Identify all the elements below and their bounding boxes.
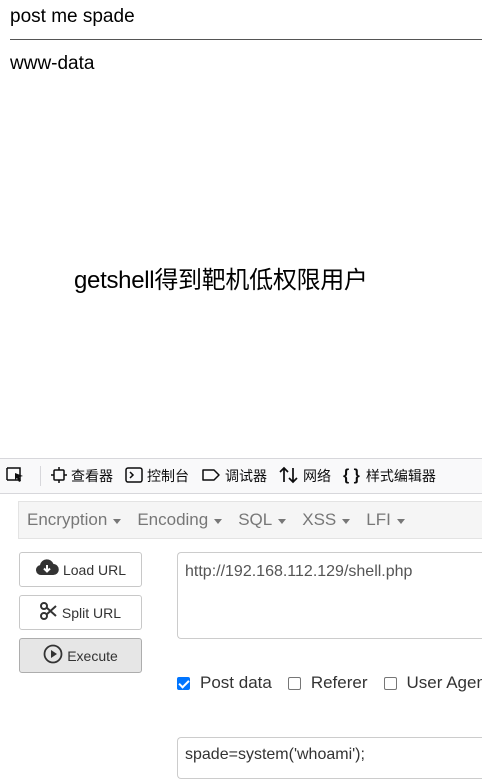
execute-button[interactable]: Execute (19, 638, 142, 673)
network-icon (279, 466, 303, 487)
menu-sql[interactable]: SQL (230, 510, 294, 530)
caret-down-icon (342, 518, 351, 524)
tab-console[interactable]: 控制台 (119, 459, 195, 493)
post-data-input[interactable]: spade=system('whoami'); (177, 737, 482, 779)
tab-network[interactable]: 网络 (273, 459, 337, 493)
tab-network-label: 网络 (303, 468, 331, 484)
load-url-label: Load URL (62, 561, 127, 578)
command-output: www-data (10, 53, 95, 74)
scissors-icon (39, 602, 62, 623)
menu-lfi-label: LFI (366, 510, 391, 529)
url-input[interactable]: http://192.168.112.129/shell.php (177, 552, 482, 639)
tab-console-label: 控制台 (147, 468, 189, 484)
user-agent-option[interactable]: User Agent (383, 673, 482, 693)
request-options: Post data Referer User Agent (177, 673, 482, 693)
hackbar-menu: Encryption Encoding SQL XSS LFI (18, 501, 482, 539)
caret-down-icon (113, 518, 122, 524)
debugger-icon (201, 467, 225, 486)
user-agent-checkbox[interactable] (383, 676, 397, 690)
page-heading: post me spade (10, 6, 135, 27)
toolbar-separator (40, 466, 41, 486)
caret-down-icon (396, 518, 405, 524)
tab-debugger-label: 调试器 (225, 468, 267, 484)
post-data-option[interactable]: Post data (177, 673, 272, 693)
menu-sql-label: SQL (238, 510, 273, 529)
tab-style-editor[interactable]: { } 样式编辑器 (337, 459, 442, 493)
menu-encoding[interactable]: Encoding (129, 510, 230, 530)
menu-lfi[interactable]: LFI (358, 510, 413, 530)
element-picker-button[interactable] (0, 459, 36, 493)
picker-icon (6, 466, 30, 487)
split-url-label: Split URL (61, 604, 122, 621)
tab-inspector-label: 查看器 (71, 468, 113, 484)
load-url-button[interactable]: Load URL (19, 552, 142, 587)
menu-encryption[interactable]: Encryption (19, 510, 129, 530)
cloud-download-icon (35, 559, 63, 580)
referer-option[interactable]: Referer (287, 673, 368, 693)
tab-debugger[interactable]: 调试器 (195, 459, 273, 493)
devtools-toolbar: 查看器 控制台 调试器 网络 { } 样式编辑器 (0, 458, 482, 494)
referer-label: Referer (310, 673, 368, 692)
heading-divider (10, 39, 482, 40)
post-data-checkbox[interactable] (177, 676, 190, 690)
tab-inspector[interactable]: 查看器 (45, 459, 119, 493)
execute-label: Execute (67, 647, 118, 664)
menu-encryption-label: Encryption (27, 510, 108, 529)
style-editor-icon: { } (343, 467, 360, 484)
user-agent-label: User Agent (406, 673, 482, 692)
caret-down-icon (278, 518, 287, 524)
annotation-caption: getshell得到靶机低权限用户 (74, 267, 368, 294)
inspector-icon (51, 466, 71, 486)
caret-down-icon (214, 518, 223, 524)
referer-checkbox[interactable] (287, 676, 301, 690)
play-circle-icon (43, 644, 67, 667)
menu-xss-label: XSS (302, 510, 337, 529)
menu-encoding-label: Encoding (137, 510, 209, 529)
console-icon (125, 466, 147, 486)
menu-xss[interactable]: XSS (294, 510, 358, 530)
post-data-label: Post data (200, 673, 272, 692)
tab-style-editor-label: 样式编辑器 (365, 468, 436, 484)
split-url-button[interactable]: Split URL (19, 595, 142, 630)
